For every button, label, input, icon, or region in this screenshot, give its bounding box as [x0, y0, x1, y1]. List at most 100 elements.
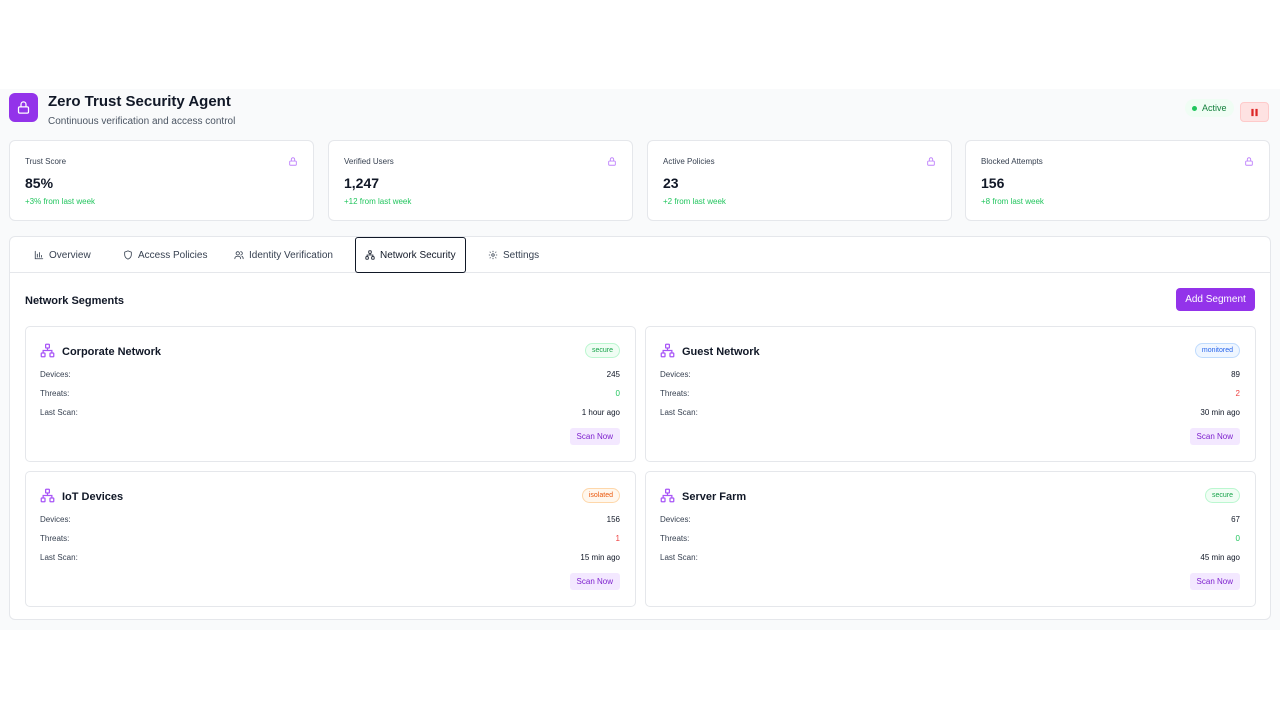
stat-card-trust-score: Trust Score 85% +3% from last week	[9, 140, 314, 221]
lock-icon	[1245, 157, 1253, 166]
devices-label: Devices:	[660, 370, 691, 379]
tab-access-policies[interactable]: Access Policies	[123, 237, 207, 273]
last-scan-label: Last Scan:	[40, 553, 78, 562]
tab-label: Overview	[49, 249, 91, 261]
header: Zero Trust Security Agent Continuous ver…	[9, 93, 1271, 131]
lock-icon	[927, 157, 935, 166]
segment-status-badge: secure	[1204, 488, 1240, 503]
segment-card-server-farm: Server Farm secure Devices: 67 Threats: 0 …	[645, 471, 1256, 607]
stat-label: Trust Score	[25, 157, 67, 166]
last-scan-row: Last Scan: 30 min ago	[660, 408, 1240, 420]
last-scan-label: Last Scan:	[40, 408, 78, 417]
segment-status-badge: monitored	[1194, 343, 1240, 358]
stat-value: 156	[981, 175, 1005, 191]
devices-row: Devices: 156	[40, 515, 620, 527]
last-scan-label: Last Scan:	[660, 553, 698, 562]
threats-value: 1	[615, 534, 620, 543]
app-container: Zero Trust Security Agent Continuous ver…	[0, 89, 1280, 630]
add-segment-button[interactable]: Add Segment	[1176, 288, 1255, 311]
last-scan-value: 1 hour ago	[581, 408, 620, 417]
page-subtitle: Continuous verification and access contr…	[48, 116, 236, 127]
segment-card-corporate-network: Corporate Network secure Devices: 245 Thr…	[25, 326, 636, 462]
network-icon	[365, 250, 375, 260]
status-badge: Active	[1185, 99, 1234, 117]
stat-card-active-policies: Active Policies 23 +2 from last week	[647, 140, 952, 221]
stat-value: 23	[663, 175, 679, 191]
status-dot-icon	[1192, 105, 1197, 111]
pause-icon	[1251, 108, 1258, 116]
tab-settings[interactable]: Settings	[488, 237, 539, 273]
segment-name: Guest Network	[682, 346, 760, 358]
tab-label: Identity Verification	[249, 249, 333, 261]
segment-status-badge: secure	[584, 343, 620, 358]
segment-name: Server Farm	[682, 491, 747, 503]
segment-name: IoT Devices	[62, 491, 124, 503]
shield-icon	[124, 250, 132, 260]
last-scan-row: Last Scan: 45 min ago	[660, 553, 1240, 565]
stat-change: +12 from last week	[344, 197, 412, 206]
lock-icon	[608, 157, 616, 166]
last-scan-value: 45 min ago	[1200, 553, 1240, 562]
last-scan-row: Last Scan: 15 min ago	[40, 553, 620, 565]
threats-row: Threats: 1	[40, 534, 620, 546]
threats-value: 0	[615, 389, 620, 398]
segment-card-guest-network: Guest Network monitored Devices: 89 Threa…	[645, 326, 1256, 462]
devices-row: Devices: 89	[660, 370, 1240, 382]
main-panel: Overview Access Policies Identity Verifi…	[9, 236, 1271, 620]
devices-value: 89	[1231, 370, 1240, 379]
stat-card-blocked-attempts: Blocked Attempts 156 +8 from last week	[965, 140, 1270, 221]
lock-icon	[289, 157, 297, 166]
devices-row: Devices: 245	[40, 370, 620, 382]
tab-overview[interactable]: Overview	[34, 237, 91, 273]
threats-row: Threats: 0	[660, 534, 1240, 546]
scan-now-button[interactable]: Scan Now	[569, 573, 620, 590]
last-scan-row: Last Scan: 1 hour ago	[40, 408, 620, 420]
users-icon	[234, 251, 244, 260]
section-title: Network Segments	[25, 295, 125, 307]
threats-row: Threats: 0	[40, 389, 620, 401]
threats-value: 2	[1235, 389, 1240, 398]
threats-row: Threats: 2	[660, 389, 1240, 401]
devices-row: Devices: 67	[660, 515, 1240, 527]
threats-label: Threats:	[40, 534, 70, 543]
stat-change: +3% from last week	[25, 197, 96, 206]
pause-button[interactable]	[1240, 102, 1269, 122]
threats-label: Threats:	[660, 389, 690, 398]
segment-card-iot-devices: IoT Devices isolated Devices: 156 Threats…	[25, 471, 636, 607]
network-icon	[660, 343, 675, 358]
threats-value: 0	[1235, 534, 1240, 543]
tab-bar: Overview Access Policies Identity Verifi…	[10, 237, 1270, 273]
lock-icon	[9, 93, 38, 122]
tab-label: Network Security	[380, 249, 456, 261]
segment-status-badge: isolated	[581, 488, 620, 503]
last-scan-value: 15 min ago	[580, 553, 620, 562]
network-icon	[40, 343, 55, 358]
page-title: Zero Trust Security Agent	[48, 93, 231, 110]
stat-label: Verified Users	[344, 157, 394, 166]
scan-now-button[interactable]: Scan Now	[569, 428, 620, 445]
devices-value: 67	[1231, 515, 1240, 524]
tab-label: Access Policies	[138, 249, 208, 261]
tab-network-security[interactable]: Network Security	[355, 237, 466, 273]
threats-label: Threats:	[40, 389, 70, 398]
stat-change: +8 from last week	[981, 197, 1044, 206]
devices-value: 156	[606, 515, 620, 524]
segment-name: Corporate Network	[62, 346, 162, 358]
stats-row: Trust Score 85% +3% from last week Verif…	[9, 140, 1271, 221]
status-label: Active	[1202, 103, 1227, 113]
tab-label: Settings	[503, 249, 540, 261]
stat-label: Blocked Attempts	[981, 157, 1043, 166]
tab-identity-verification[interactable]: Identity Verification	[234, 237, 333, 273]
scan-now-button[interactable]: Scan Now	[1189, 428, 1240, 445]
devices-label: Devices:	[40, 515, 71, 524]
gear-icon	[488, 250, 498, 260]
devices-label: Devices:	[40, 370, 71, 379]
stat-value: 85%	[25, 175, 54, 191]
network-icon	[660, 488, 675, 503]
network-icon	[40, 488, 55, 503]
stat-card-verified-users: Verified Users 1,247 +12 from last week	[328, 140, 633, 221]
devices-label: Devices:	[660, 515, 691, 524]
last-scan-label: Last Scan:	[660, 408, 698, 417]
scan-now-button[interactable]: Scan Now	[1189, 573, 1240, 590]
bar-chart-icon	[34, 250, 44, 260]
